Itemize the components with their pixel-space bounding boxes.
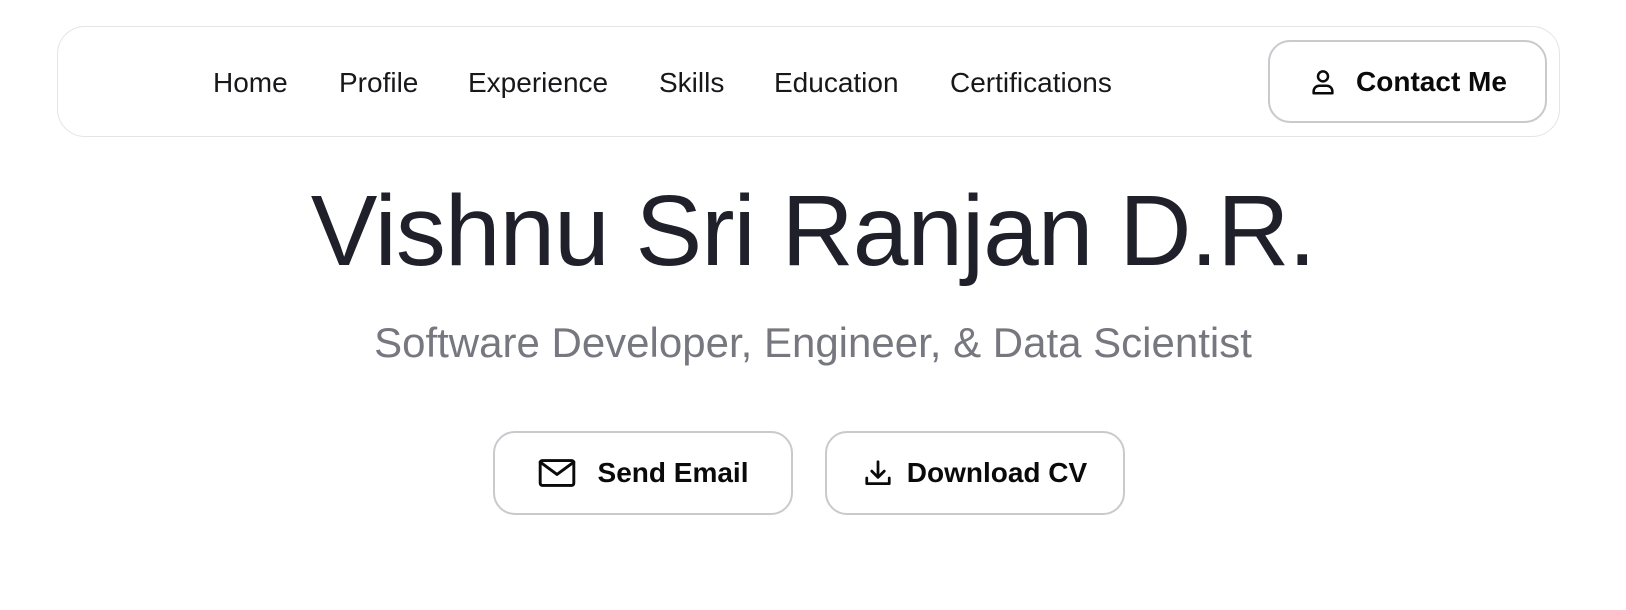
download-icon — [863, 458, 893, 488]
contact-me-button[interactable]: Contact Me — [1268, 40, 1547, 123]
nav-item-education[interactable]: Education — [774, 67, 899, 99]
nav-item-skills[interactable]: Skills — [659, 67, 724, 99]
contact-me-label: Contact Me — [1356, 65, 1507, 97]
user-icon — [1308, 67, 1338, 97]
navigation-bar: Home Profile Experience Skills Education… — [57, 26, 1560, 137]
nav-item-experience[interactable]: Experience — [468, 67, 608, 99]
nav-item-home[interactable]: Home — [213, 67, 288, 99]
nav-item-certifications[interactable]: Certifications — [950, 67, 1112, 99]
send-email-button[interactable]: Send Email — [493, 431, 793, 515]
send-email-label: Send Email — [597, 457, 749, 488]
download-cv-button[interactable]: Download CV — [825, 431, 1125, 515]
hero-title: Vishnu Sri Ranjan D.R. — [310, 175, 1316, 287]
nav-item-profile[interactable]: Profile — [339, 67, 418, 99]
mail-icon — [538, 458, 576, 488]
download-cv-label: Download CV — [906, 457, 1088, 488]
hero-subtitle: Software Developer, Engineer, & Data Sci… — [374, 319, 1252, 366]
